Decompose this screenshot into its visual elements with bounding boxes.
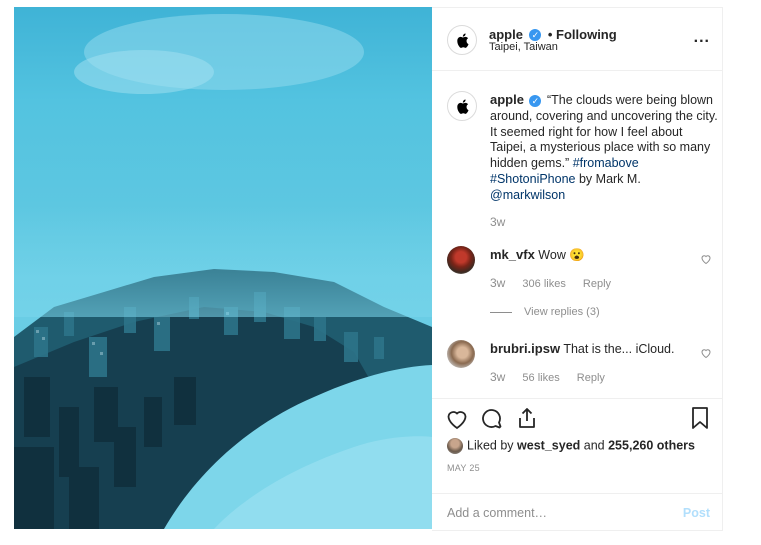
post-header: apple ✓ • Following Taipei, Taiwan ... (432, 8, 722, 71)
mention-link[interactable]: @markwilson (490, 188, 565, 202)
heart-icon[interactable] (445, 407, 469, 431)
liked-by-count[interactable]: 255,260 others (608, 438, 695, 452)
comment-meta: 3w 56 likes Reply (490, 370, 619, 384)
comment-icon[interactable] (480, 407, 504, 431)
liked-by-user[interactable]: west_syed (517, 438, 580, 452)
city-cloud-photo (14, 14, 432, 529)
apple-logo-icon (456, 32, 468, 48)
share-icon[interactable] (515, 406, 539, 430)
comment-meta: 3w 306 likes Reply (490, 276, 625, 290)
liked-by-prefix: Liked by (467, 438, 514, 453)
hashtag-fromabove[interactable]: #fromabove (573, 156, 639, 170)
bookmark-icon[interactable] (689, 406, 711, 430)
comment-username[interactable]: brubri.ipsw (490, 341, 560, 356)
liked-by-and: and (583, 438, 605, 453)
post-date[interactable]: MAY 25 (447, 463, 480, 473)
comment-like-heart-icon[interactable] (700, 347, 712, 359)
verified-icon: ✓ (529, 94, 542, 107)
caption-avatar[interactable] (447, 91, 477, 121)
comment-row: mk_vfx Wow 😮 (490, 247, 585, 263)
header-username[interactable]: apple (489, 27, 523, 42)
commenter-avatar[interactable] (447, 340, 475, 368)
location-link[interactable]: Taipei, Taiwan (489, 41, 558, 53)
replies-divider (490, 311, 512, 313)
view-replies-button[interactable]: View replies (3) (490, 306, 600, 318)
comment-username[interactable]: mk_vfx (490, 247, 535, 262)
profile-avatar[interactable] (447, 25, 477, 55)
post-actions: Liked by west_syed and 255,260 others MA… (432, 398, 722, 531)
liked-by-summary[interactable]: Liked by west_syed and 255,260 others (447, 438, 695, 454)
post-caption: apple ✓ “The clouds were being blown aro… (490, 92, 718, 230)
comment-timestamp[interactable]: 3w (490, 276, 505, 290)
add-comment-bar: Add a comment… Post (432, 493, 722, 532)
caption-byline: by Mark M. (578, 171, 641, 186)
post-comment-button[interactable]: Post (683, 506, 710, 520)
commenter-avatar[interactable] (447, 246, 475, 274)
hashtag-shotoniphone[interactable]: #ShotoniPhone (490, 172, 576, 186)
caption-username[interactable]: apple (490, 92, 524, 107)
post-image[interactable] (14, 7, 432, 529)
comment-timestamp[interactable]: 3w (490, 370, 505, 384)
reply-button[interactable]: Reply (583, 278, 611, 290)
comment-text: Wow 😮 (538, 248, 585, 262)
apple-logo-icon (456, 98, 468, 114)
caption-timestamp[interactable]: 3w (490, 215, 718, 231)
add-comment-input[interactable]: Add a comment… (447, 506, 547, 520)
comment-likes[interactable]: 306 likes (522, 278, 565, 290)
comment-likes[interactable]: 56 likes (522, 372, 559, 384)
verified-icon: ✓ (529, 28, 542, 41)
following-button[interactable]: • Following (548, 27, 617, 42)
liker-avatar[interactable] (447, 438, 463, 454)
comment-text: That is the... iCloud. (563, 342, 675, 356)
reply-button[interactable]: Reply (577, 372, 605, 384)
view-replies-label: View replies (3) (524, 306, 600, 318)
post-details-panel: apple ✓ • Following Taipei, Taiwan ... a… (432, 7, 723, 531)
comment-row: brubri.ipsw That is the... iCloud. (490, 341, 674, 356)
comment-like-heart-icon[interactable] (700, 253, 712, 265)
more-icon[interactable]: ... (694, 29, 710, 47)
